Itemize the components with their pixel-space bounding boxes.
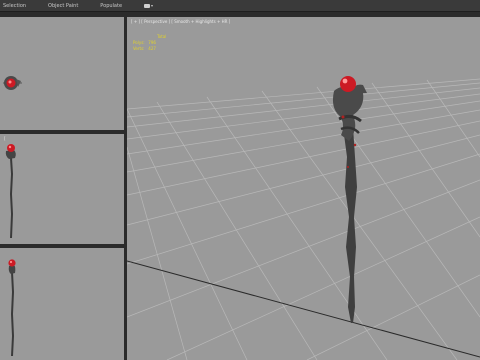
viewport-statistics: Total Polys: 796 Verts: 427 — [133, 34, 166, 52]
viewport-top[interactable] — [0, 17, 124, 130]
viewport-front[interactable]: [ — [0, 134, 124, 244]
staff-model — [332, 76, 367, 323]
menu-populate[interactable]: Populate — [100, 3, 122, 9]
viewport-perspective[interactable]: [ + ] [ Perspective ] [ Smooth + Highlig… — [127, 17, 480, 360]
stats-verts-label: Verts: — [133, 46, 145, 51]
chevron-down-icon: ▾ — [151, 3, 154, 8]
viewport-left[interactable] — [0, 248, 124, 360]
front-view-model — [5, 144, 16, 238]
left-view-model — [8, 259, 16, 356]
ribbon-toggle-icon — [144, 3, 151, 8]
ribbon-dropdown[interactable]: ▾ — [144, 3, 153, 8]
top-view-model — [3, 76, 22, 90]
stats-verts-row: Verts: 427 — [133, 46, 166, 52]
menu-object-paint[interactable]: Object Paint — [48, 3, 78, 9]
viewport-perspective-label[interactable]: [ + ] [ Perspective ] [ Smooth + Highlig… — [131, 19, 230, 24]
menu-selection[interactable]: Selection — [3, 3, 26, 9]
stats-verts-value: 427 — [148, 46, 156, 51]
main-toolbar: Selection Object Paint Populate ▾ — [0, 0, 480, 12]
